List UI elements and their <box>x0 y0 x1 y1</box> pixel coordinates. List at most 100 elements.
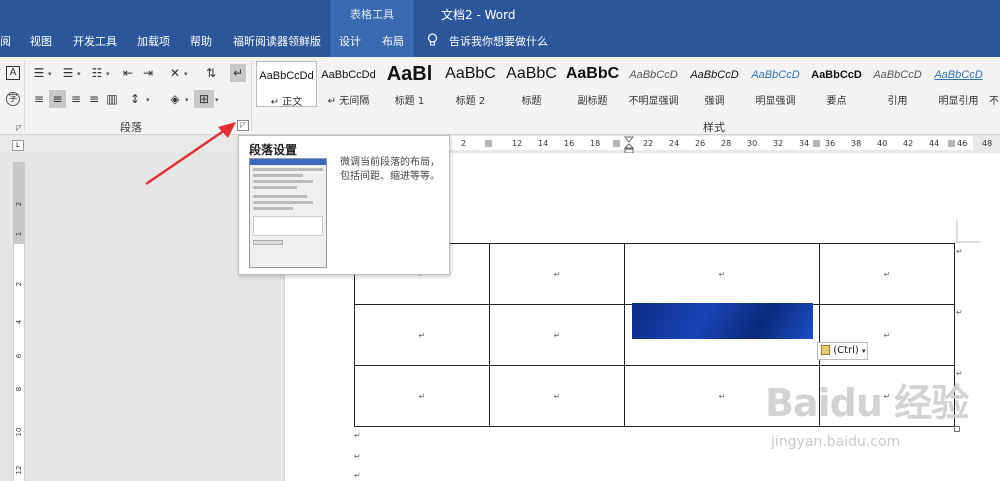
distributed-icon[interactable]: ▥ <box>105 92 119 106</box>
vruler-number: 1 <box>15 231 23 237</box>
style-name: 标题 1 <box>394 96 425 107</box>
style-subtitle[interactable]: AaBbC 副标题 <box>562 61 623 107</box>
sort-icon[interactable]: ⇅ <box>204 66 218 80</box>
vruler-number: 2 <box>15 201 23 207</box>
ruler-column-marker[interactable] <box>948 140 955 147</box>
tab-layout[interactable]: 布局 <box>382 33 404 49</box>
style-sample: AaBbC <box>445 65 496 82</box>
style-name: 标题 2 <box>455 96 486 107</box>
table-cell[interactable]: ↵ <box>489 304 625 366</box>
vruler-number: 6 <box>15 353 23 359</box>
ruler-number: 2 <box>461 139 467 148</box>
style-sample: AaBbCcDd <box>321 69 376 81</box>
row-end-mark: ↵ <box>956 308 963 317</box>
paste-options-button[interactable]: (Ctrl) ▾ <box>817 342 868 360</box>
vruler-number: 12 <box>15 465 23 475</box>
style-sample: AaBbCcDd <box>259 70 314 82</box>
line-spacing-icon[interactable]: ↕ <box>128 92 142 106</box>
align-left-icon[interactable]: ≡ <box>32 92 46 106</box>
ruler-number: 40 <box>877 139 888 148</box>
style-emphasis[interactable]: AaBbCcD 强调 <box>684 61 745 107</box>
font-dialog-launcher[interactable]: ◸ <box>12 121 26 135</box>
style-heading-1[interactable]: AaBl 标题 1 <box>379 61 440 107</box>
style-strong[interactable]: AaBbCcD 要点 <box>806 61 867 107</box>
pasted-image[interactable] <box>632 303 813 339</box>
tab-developer[interactable]: 开发工具 <box>73 33 117 49</box>
chinese-layout-icon[interactable]: ✕ <box>168 66 182 80</box>
table-cell[interactable]: ↵ <box>354 365 490 427</box>
tab-design[interactable]: 设计 <box>339 33 361 49</box>
dialog-preview-thumbnail <box>249 158 327 268</box>
table-cell[interactable]: ↵ <box>354 304 490 366</box>
ruler-column-marker[interactable] <box>813 140 820 147</box>
style-sample: AaBbCcD <box>934 69 983 81</box>
style-more[interactable]: 不 <box>989 61 1000 107</box>
style-title[interactable]: AaBbC 标题 <box>501 61 562 107</box>
style-subtle-emphasis[interactable]: AaBbCcD 不明显强调 <box>623 61 684 107</box>
decrease-indent-icon[interactable]: ⇤ <box>121 66 135 80</box>
baidu-watermark: Baidu 经验 <box>765 381 969 425</box>
borders-icon[interactable]: ⊞ <box>194 90 214 108</box>
justify-icon[interactable]: ≡ <box>87 92 101 106</box>
style-name: 引用 <box>887 96 908 107</box>
style-name: 明显引用 <box>938 96 979 107</box>
chevron-down-icon[interactable]: ▾ <box>146 96 150 104</box>
align-center-icon[interactable]: ≡ <box>49 90 66 108</box>
ruler-column-marker[interactable] <box>613 140 620 147</box>
style-sample: AaBbCcD <box>873 69 922 81</box>
indent-marker-icon[interactable] <box>624 136 634 154</box>
style-no-spacing[interactable]: AaBbCcDd ↵ 无间隔 <box>318 61 379 107</box>
style-heading-2[interactable]: AaBbC 标题 2 <box>440 61 501 107</box>
show-marks-icon[interactable]: ↵ <box>230 64 246 82</box>
vruler-number: 10 <box>15 427 23 437</box>
table-cell[interactable]: ↵ <box>624 243 820 305</box>
chevron-down-icon[interactable]: ▾ <box>106 70 110 78</box>
tab-help[interactable]: 帮助 <box>190 33 212 49</box>
multilevel-list-icon[interactable]: ☷ <box>90 66 104 80</box>
paragraph-mark: ↵ <box>418 391 426 401</box>
numbering-icon[interactable]: ☰ <box>61 66 75 80</box>
style-intense-quote[interactable]: AaBbCcD 明显引用 <box>928 61 989 107</box>
text-box-icon[interactable]: A <box>6 66 20 80</box>
horizontal-ruler[interactable] <box>449 136 973 150</box>
style-intense-emphasis[interactable]: AaBbCcD 明显强调 <box>745 61 806 107</box>
tab-selector-button[interactable]: L <box>12 140 24 151</box>
increase-indent-icon[interactable]: ⇥ <box>141 66 155 80</box>
chevron-down-icon[interactable]: ▾ <box>77 70 81 78</box>
style-sample: AaBbCcD <box>811 69 862 81</box>
tooltip-title: 段落设置 <box>249 143 298 157</box>
style-quote[interactable]: AaBbCcD 引用 <box>867 61 928 107</box>
red-arrow-annotation <box>145 122 236 186</box>
chevron-down-icon[interactable]: ▾ <box>48 70 52 78</box>
ruler-number: 24 <box>669 139 680 148</box>
paragraph-mark: ↵ <box>354 452 361 461</box>
tab-foxit[interactable]: 福昕阅读器领鲜版 <box>233 33 321 49</box>
enclose-char-icon[interactable]: 字 <box>6 92 20 106</box>
ruler-column-marker[interactable] <box>485 140 492 147</box>
style-sample: AaBl <box>386 63 433 85</box>
table-cell[interactable]: ↵ <box>489 243 625 305</box>
chevron-down-icon[interactable]: ▾ <box>184 70 188 78</box>
table-cell[interactable]: ↵ <box>489 365 625 427</box>
tab-addins[interactable]: 加载项 <box>137 33 170 49</box>
style-normal[interactable]: AaBbCcDd ↵ 正文 <box>256 61 317 107</box>
context-tab-group-label: 表格工具 <box>350 8 394 21</box>
paste-options-label: (Ctrl) <box>833 345 859 356</box>
tab-view[interactable]: 视图 <box>30 33 52 49</box>
tell-me-box[interactable]: 告诉我你想要做什么 <box>449 33 548 49</box>
bullets-icon[interactable]: ☰ <box>32 66 46 80</box>
ruler-number: 16 <box>564 139 575 148</box>
align-right-icon[interactable]: ≡ <box>69 92 83 106</box>
style-sample: AaBbC <box>565 65 620 82</box>
paragraph-mark: ↵ <box>354 471 361 480</box>
ruler-number: 12 <box>512 139 523 148</box>
chevron-down-icon[interactable]: ▾ <box>215 96 219 104</box>
style-name: 标题 <box>521 96 542 107</box>
chevron-down-icon[interactable]: ▾ <box>185 96 189 104</box>
paragraph-mark: ↵ <box>553 330 561 340</box>
style-name: 强调 <box>704 96 725 107</box>
shading-icon[interactable]: ◈ <box>168 92 182 106</box>
table-cell[interactable]: ↵ <box>819 243 955 305</box>
tab-review[interactable]: 阅 <box>0 33 11 49</box>
ruler-number: 26 <box>695 139 706 148</box>
